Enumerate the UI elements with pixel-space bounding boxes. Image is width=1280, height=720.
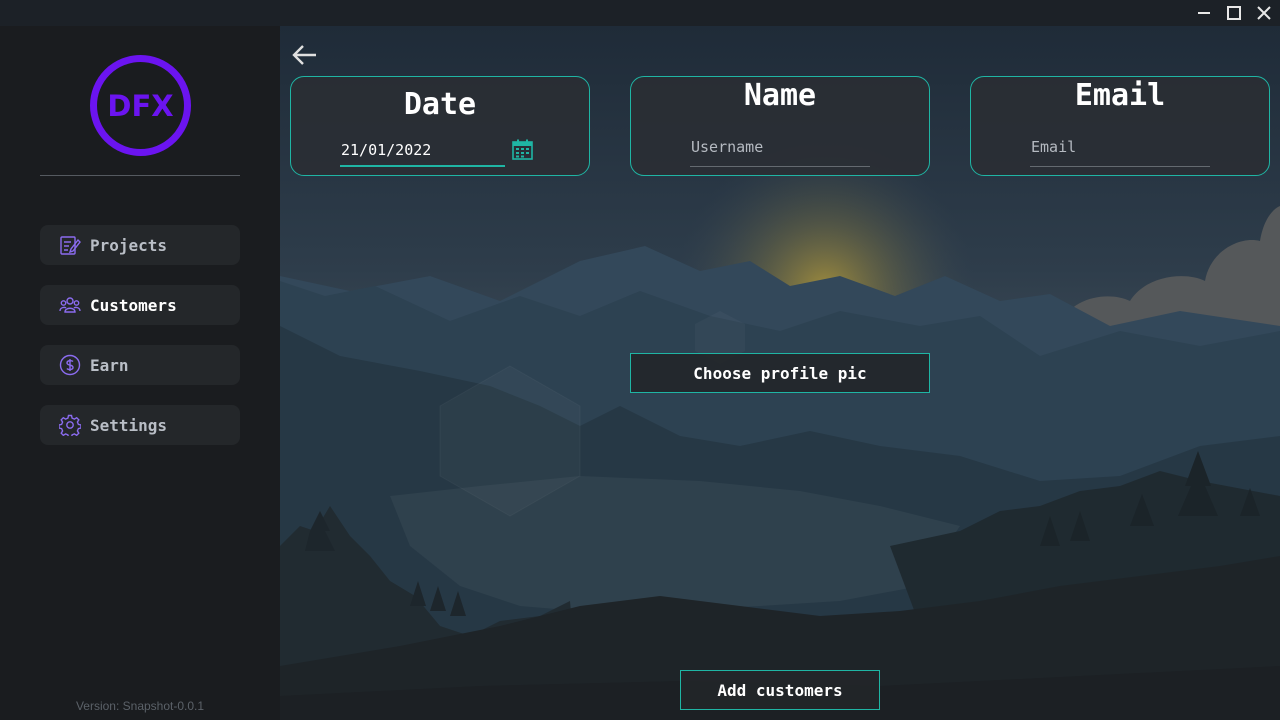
sidebar: DFX Projects Customers Earn Settings Ver… bbox=[0, 26, 280, 720]
version-label: Version: Snapshot-0.0.1 bbox=[75, 699, 205, 713]
minimize-icon[interactable] bbox=[1189, 0, 1219, 26]
email-title: Email bbox=[1074, 78, 1166, 113]
add-customers-button[interactable]: Add customers bbox=[680, 670, 880, 710]
back-button[interactable] bbox=[288, 40, 320, 70]
logo: DFX bbox=[90, 55, 191, 156]
date-title: Date bbox=[403, 87, 477, 122]
maximize-icon[interactable] bbox=[1219, 0, 1249, 26]
date-underline bbox=[340, 165, 505, 167]
sidebar-item-earn[interactable]: Earn bbox=[40, 345, 240, 385]
sidebar-item-label: Settings bbox=[90, 415, 168, 435]
sidebar-item-label: Projects bbox=[90, 235, 168, 255]
name-card: Name bbox=[630, 76, 930, 176]
email-field[interactable] bbox=[1031, 138, 1211, 156]
projects-icon bbox=[59, 234, 81, 256]
close-icon[interactable] bbox=[1249, 0, 1279, 26]
date-card: Date bbox=[290, 76, 590, 176]
name-title: Name bbox=[743, 78, 817, 113]
customers-icon bbox=[59, 294, 81, 316]
choose-profile-pic-button[interactable]: Choose profile pic bbox=[630, 353, 930, 393]
sidebar-item-settings[interactable]: Settings bbox=[40, 405, 240, 445]
email-card: Email bbox=[970, 76, 1270, 176]
username-field[interactable] bbox=[691, 138, 871, 156]
email-underline bbox=[1030, 166, 1210, 167]
gear-icon bbox=[59, 414, 81, 436]
calendar-icon[interactable] bbox=[512, 139, 533, 164]
title-bar bbox=[0, 0, 1280, 26]
sidebar-item-label: Earn bbox=[90, 355, 129, 375]
dollar-icon bbox=[59, 354, 81, 376]
date-field[interactable] bbox=[341, 141, 501, 159]
sidebar-item-projects[interactable]: Projects bbox=[40, 225, 240, 265]
username-underline bbox=[690, 166, 870, 167]
main-panel: Date Name Email Choose pr bbox=[280, 26, 1280, 720]
sidebar-item-customers[interactable]: Customers bbox=[40, 285, 240, 325]
back-arrow-icon bbox=[292, 45, 316, 65]
sidebar-divider bbox=[40, 175, 240, 176]
sidebar-item-label: Customers bbox=[90, 295, 177, 315]
logo-text: DFX bbox=[107, 88, 174, 123]
